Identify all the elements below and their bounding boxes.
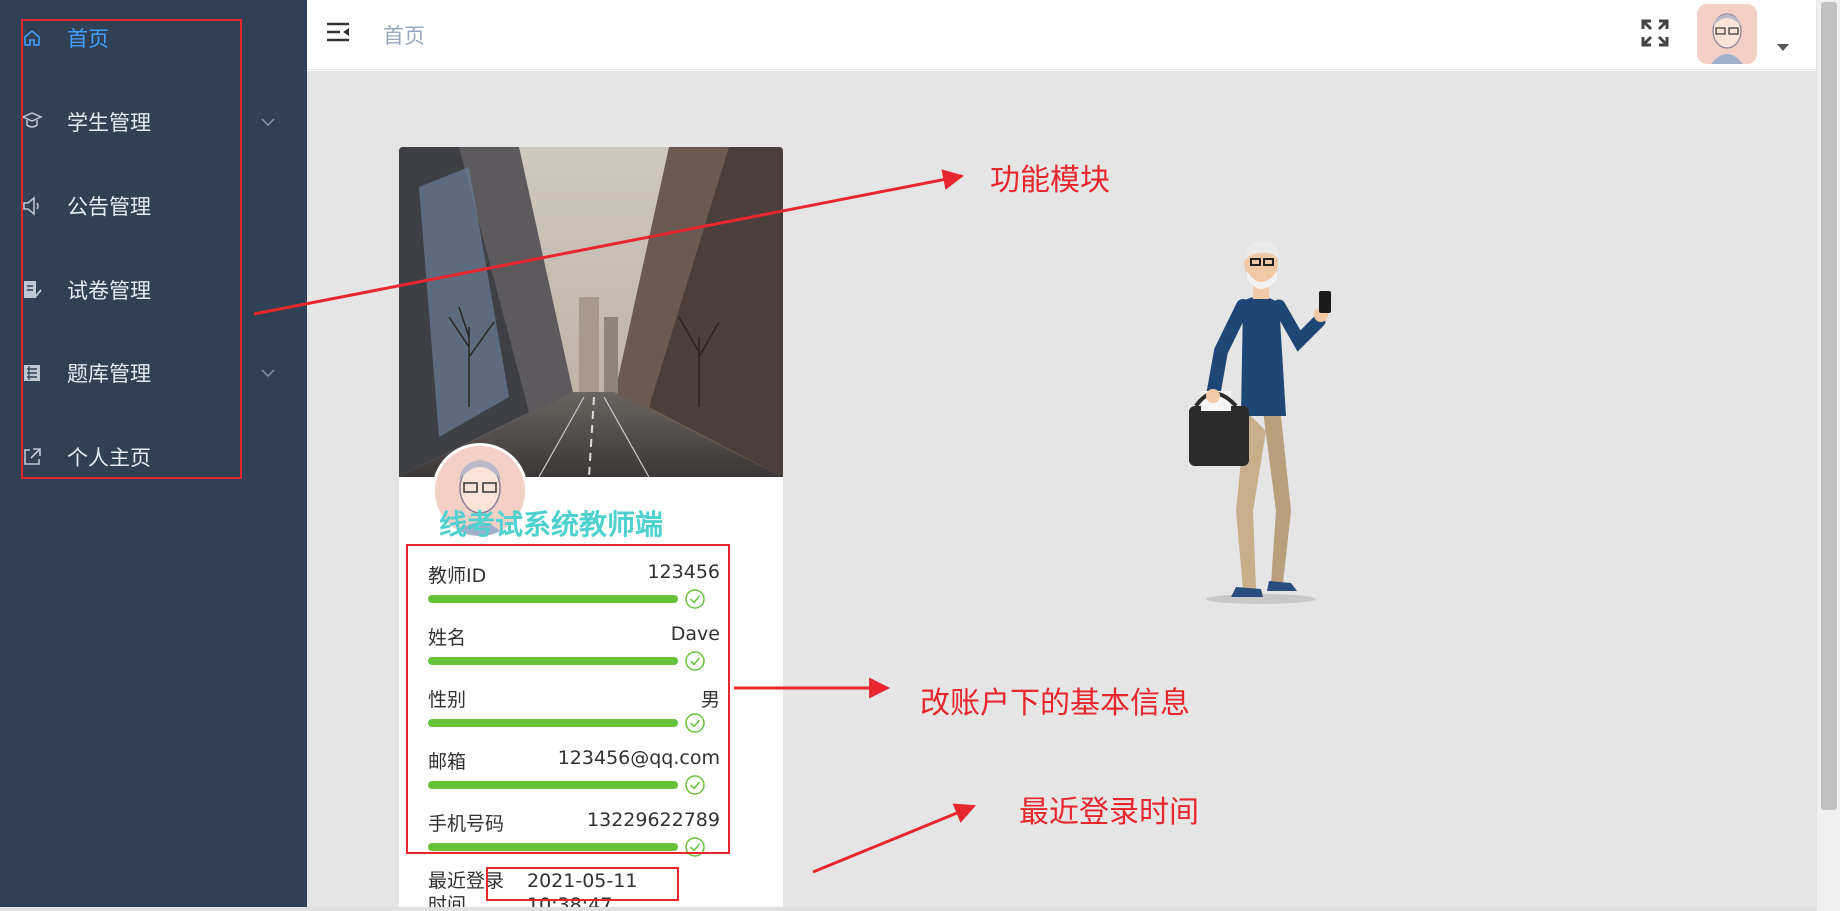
annotation-box-info: [406, 544, 730, 854]
dropdown-caret-icon[interactable]: [1777, 44, 1789, 51]
system-title: 线考试系统教师端: [439, 508, 664, 541]
chevron-down-icon: [258, 112, 278, 132]
top-navbar: 首页: [307, 0, 1816, 70]
annotation-menu-text: 功能模块: [990, 163, 1110, 198]
annotation-box-menu: [21, 19, 242, 479]
city-street-photo: [399, 147, 783, 477]
menu-toggle-icon[interactable]: [325, 19, 351, 45]
scrollbar-thumb[interactable]: [1821, 2, 1837, 810]
chevron-down-icon: [258, 363, 278, 383]
annotation-box-login: [486, 867, 679, 901]
vertical-scrollbar[interactable]: [1816, 0, 1840, 911]
avatar[interactable]: [1697, 4, 1757, 64]
bottom-edge: [0, 907, 1816, 911]
annotation-login-text: 最近登录时间: [1019, 795, 1199, 830]
breadcrumb[interactable]: 首页: [383, 20, 425, 50]
annotation-info-text: 改账户下的基本信息: [920, 686, 1190, 721]
fullscreen-icon[interactable]: [1640, 18, 1670, 48]
walking-man-illustration: [1151, 211, 1351, 611]
